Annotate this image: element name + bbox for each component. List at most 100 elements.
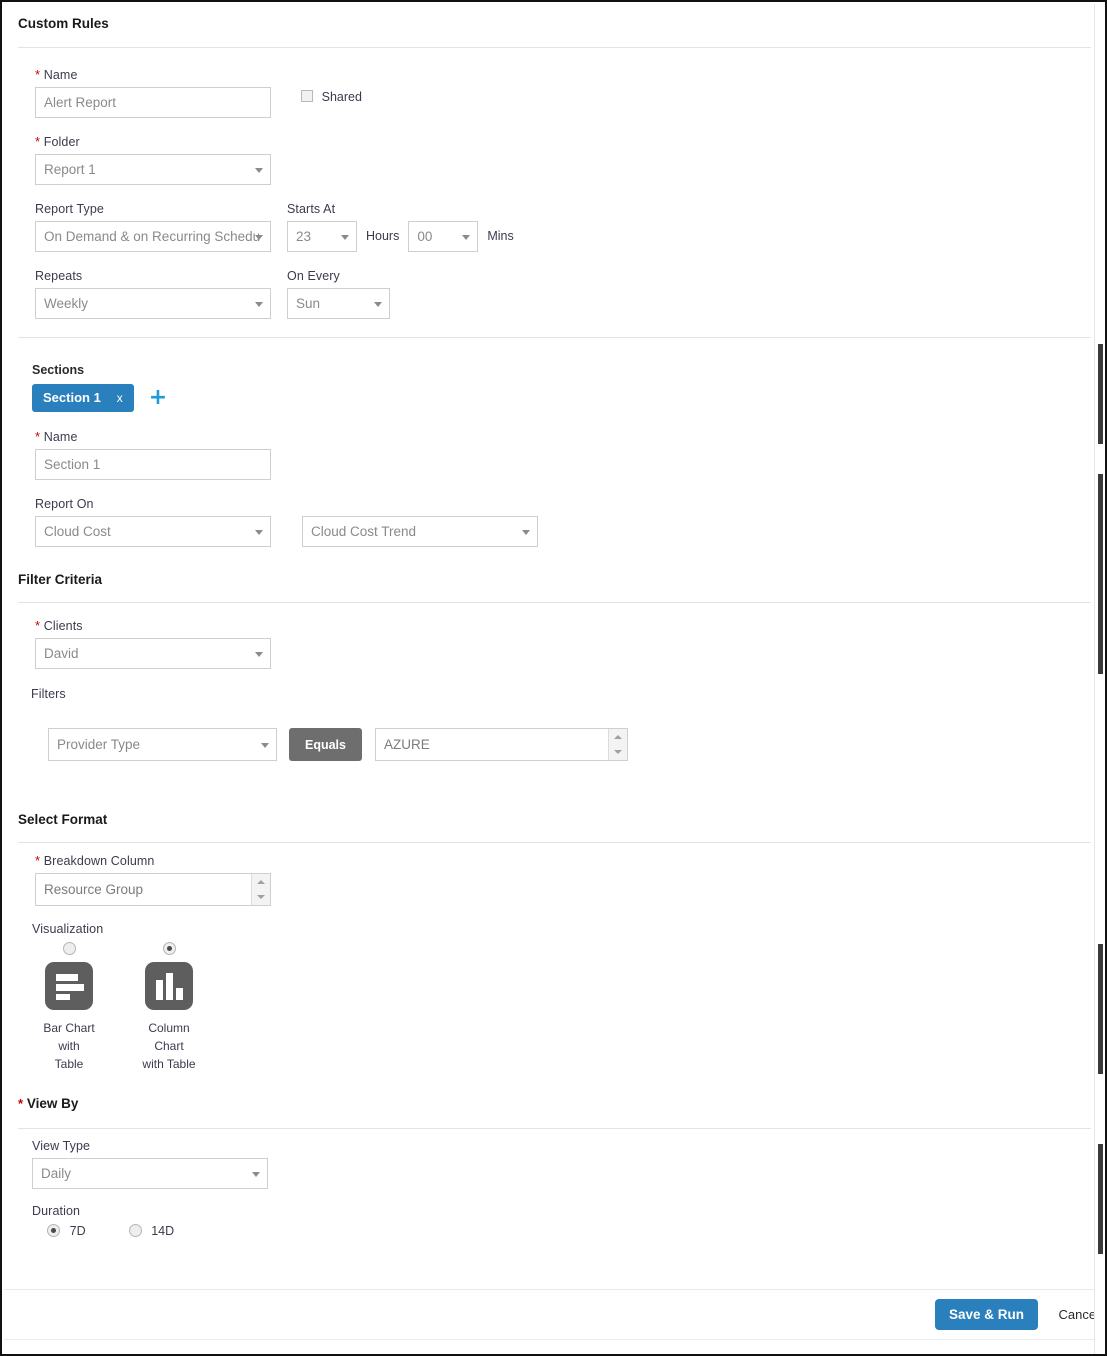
chevron-down-icon (255, 651, 263, 657)
on-every-label: On Every (287, 269, 340, 283)
section-name-input[interactable]: Section 1 (35, 449, 271, 480)
breakdown-column-spinner[interactable] (251, 874, 270, 905)
viz-option-column-chart[interactable]: Column Chart with Table (132, 941, 206, 1073)
duration-option-14d[interactable]: 14D (128, 1223, 175, 1238)
filter-criteria-title: Filter Criteria (18, 572, 103, 587)
viz-caption-column-chart: Column Chart with Table (132, 1019, 206, 1073)
report-on-field-group: Report On Cloud Cost Cloud Cost Trend (35, 497, 538, 547)
breakdown-column-field-group: * Breakdown Column Resource Group (35, 854, 271, 906)
breakdown-column-input[interactable]: Resource Group (35, 873, 271, 906)
visualization-options: Bar Chart with Table Column Chart with T… (32, 941, 206, 1073)
minutes-select-value: 00 (417, 229, 433, 244)
footer-bar: Save & Run Cancel (4, 1289, 1103, 1340)
hours-select[interactable]: 23 (287, 221, 357, 252)
on-every-select-value: Sun (296, 296, 321, 311)
filter-field-select[interactable]: Provider Type (48, 728, 277, 761)
report-type-select[interactable]: On Demand & on Recurring Schedu (35, 221, 271, 252)
duration-label-14d: 14D (151, 1224, 175, 1238)
spinner-up-icon[interactable] (252, 874, 270, 890)
filter-value-input[interactable]: AZURE (375, 728, 628, 761)
add-section-icon[interactable]: + (149, 387, 167, 409)
filter-operator-button[interactable]: Equals (289, 728, 362, 761)
vertical-scrollbar-thumb[interactable] (1098, 344, 1103, 444)
spinner-up-icon[interactable] (609, 729, 627, 745)
repeats-field-group: Repeats Weekly (35, 269, 271, 319)
vertical-scrollbar-thumb[interactable] (1098, 944, 1103, 1074)
spinner-down-icon[interactable] (252, 890, 270, 906)
custom-rules-panel: Custom Rules * Name Alert Report Shared … (0, 0, 1107, 1356)
chevron-down-icon (522, 529, 530, 535)
filters-label-wrap: Filters (31, 687, 66, 706)
name-label: * Name (35, 67, 78, 82)
report-on-row: Cloud Cost Cloud Cost Trend (35, 516, 538, 547)
vertical-scrollbar-thumb[interactable] (1098, 474, 1103, 674)
report-on-label: Report On (35, 497, 94, 511)
vertical-scrollbar-track[interactable] (1094, 4, 1103, 1354)
minutes-unit-label: Mins (487, 229, 514, 243)
chevron-down-icon (252, 1171, 260, 1177)
required-marker: * (18, 1096, 24, 1111)
clients-label: * Clients (35, 618, 83, 633)
section-tab-close-icon[interactable]: x (117, 391, 123, 405)
folder-select[interactable]: Report 1 (35, 154, 271, 185)
view-type-label: View Type (32, 1139, 91, 1153)
minutes-select[interactable]: 00 (408, 221, 479, 252)
view-type-select[interactable]: Daily (32, 1158, 268, 1189)
view-type-select-value: Daily (41, 1166, 72, 1181)
chevron-down-icon (341, 234, 349, 240)
sections-label: Sections (32, 363, 85, 377)
column-chart-icon[interactable] (145, 962, 193, 1010)
chevron-down-icon (255, 301, 263, 307)
report-on-sub-select-value: Cloud Cost Trend (311, 524, 417, 539)
shared-checkbox-group[interactable]: Shared (301, 89, 362, 104)
clients-select[interactable]: David (35, 638, 271, 669)
spinner-down-icon[interactable] (609, 745, 627, 761)
report-on-sub-select[interactable]: Cloud Cost Trend (302, 516, 538, 547)
starts-at-label: Starts At (287, 202, 336, 216)
report-on-select-value: Cloud Cost (44, 524, 111, 539)
bar-chart-icon[interactable] (45, 962, 93, 1010)
hours-unit-label: Hours (366, 229, 400, 243)
duration-radio-7d[interactable] (47, 1224, 60, 1237)
on-every-field-group: On Every Sun (287, 269, 390, 319)
name-input[interactable]: Alert Report (35, 87, 271, 118)
sections-block: Sections Section 1 x + (32, 363, 167, 412)
cancel-button[interactable]: Cancel (1059, 1307, 1099, 1322)
filter-value-text: AZURE (384, 737, 430, 752)
filter-value-spinner[interactable] (608, 729, 627, 760)
viz-option-bar-chart[interactable]: Bar Chart with Table (32, 941, 106, 1073)
starts-at-row: 23 Hours 00 Mins (287, 221, 514, 252)
sections-divider (18, 337, 1091, 338)
on-every-select[interactable]: Sun (287, 288, 390, 319)
duration-option-7d[interactable]: 7D (47, 1223, 86, 1238)
name-field-group: * Name Alert Report (35, 68, 271, 118)
shared-label: Shared (321, 90, 362, 104)
vertical-scrollbar-thumb[interactable] (1098, 1144, 1103, 1254)
required-marker: * (35, 134, 41, 149)
section-tab-1[interactable]: Section 1 x (32, 384, 134, 412)
select-format-title: Select Format (18, 812, 108, 827)
section-tab-label: Section 1 (43, 390, 101, 405)
repeats-select[interactable]: Weekly (35, 288, 271, 319)
folder-field-group: * Folder Report 1 (35, 135, 271, 185)
hours-select-value: 23 (296, 229, 312, 244)
save-and-run-button[interactable]: Save & Run (934, 1299, 1038, 1330)
report-on-select[interactable]: Cloud Cost (35, 516, 271, 547)
filter-row-inner: Provider Type Equals AZURE (48, 728, 628, 761)
duration-radio-14d[interactable] (128, 1224, 142, 1237)
visualization-block: Visualization Bar Chart with Table Colum… (32, 922, 206, 1073)
visualization-label: Visualization (32, 922, 104, 936)
breakdown-column-label: * Breakdown Column (35, 853, 155, 868)
clients-select-value: David (44, 646, 79, 661)
viz-radio-wrap (132, 941, 206, 959)
section-name-label: * Name (35, 429, 78, 444)
duration-block: Duration 7D 14D (32, 1204, 174, 1238)
filter-criteria-title-wrap: Filter Criteria (18, 572, 102, 596)
viz-radio-bar-chart[interactable] (62, 942, 76, 955)
starts-at-field-group: Starts At 23 Hours 00 Mins (287, 202, 514, 252)
chevron-down-icon (255, 234, 263, 240)
viz-radio-column-chart[interactable] (162, 942, 176, 955)
shared-checkbox[interactable] (301, 90, 313, 102)
filters-label: Filters (31, 687, 66, 701)
report-type-select-value: On Demand & on Recurring Schedu (44, 229, 261, 244)
